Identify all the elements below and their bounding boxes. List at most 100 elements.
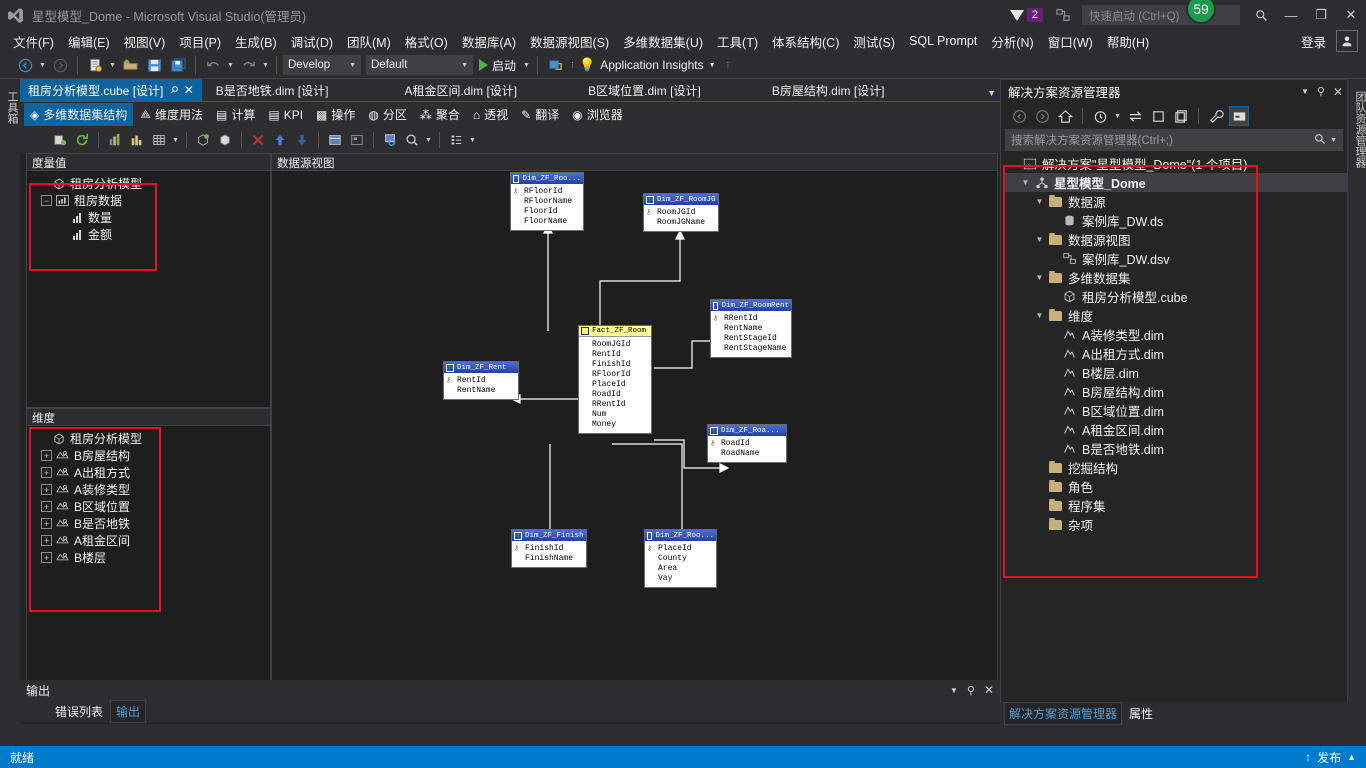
toolbox-vertical-tab[interactable]: 工具箱: [0, 79, 20, 724]
quick-launch-input[interactable]: 快速启动 (Ctrl+Q): [1082, 5, 1240, 25]
chevron-down-icon[interactable]: ▼: [1033, 235, 1046, 244]
tree-item-dimensions-folder[interactable]: ▼ 维度: [1005, 306, 1347, 325]
toolbar-overflow-icon-2[interactable]: ⋮: [724, 61, 733, 69]
close-icon[interactable]: ✕: [184, 83, 194, 97]
menu-item-debug[interactable]: 调试(D): [284, 30, 340, 53]
pin-icon[interactable]: ⚲: [168, 84, 181, 97]
menu-item-file[interactable]: 文件(F): [6, 30, 61, 53]
tree-item-dim-subway[interactable]: + B是否地铁: [29, 515, 268, 532]
edit-dimension-icon[interactable]: [215, 130, 235, 150]
home-icon[interactable]: [1055, 106, 1075, 126]
tab-solution-explorer[interactable]: 解决方案资源管理器: [1004, 701, 1123, 725]
account-avatar-icon[interactable]: [1336, 30, 1358, 52]
chevron-down-icon[interactable]: ▼: [1330, 137, 1337, 144]
expand-expander-icon[interactable]: +: [41, 450, 52, 461]
menu-item-test[interactable]: 测试(S): [846, 30, 902, 53]
zoom-icon[interactable]: [402, 130, 422, 150]
process-icon[interactable]: [50, 130, 70, 150]
tree-item-dim-rent-type[interactable]: A出租方式.dim: [1005, 344, 1347, 363]
zoom-dropdown-icon[interactable]: ▼: [424, 137, 433, 144]
dsv-table-dim-roomjg[interactable]: Dim_ZF_RoomJG ⚷ RoomJGId RoomJGName: [643, 193, 719, 232]
dsv-table-dim-road[interactable]: Dim_ZF_Roa... ⚷ RoadId RoadName: [707, 424, 787, 463]
expand-expander-icon[interactable]: +: [41, 501, 52, 512]
document-tab-dim-rent-range[interactable]: A租金区间.dim [设计]: [396, 79, 526, 101]
menu-item-view[interactable]: 视图(V): [117, 30, 173, 53]
tree-item-dim-area[interactable]: B区域位置.dim: [1005, 401, 1347, 420]
expand-expander-icon[interactable]: +: [41, 484, 52, 495]
dsv-table-dim-finish[interactable]: Dim_ZF_Finish ⚷ FinishId FinishName: [511, 529, 587, 568]
tree-item-assemblies-folder[interactable]: 程序集: [1005, 496, 1347, 515]
menu-item-help[interactable]: 帮助(H): [1100, 30, 1156, 53]
tab-calculations[interactable]: ▤ 计算: [210, 103, 261, 126]
dsv-table-dim-floor[interactable]: Dim_ZF_Roo... ⚷ RFloorId RFloorName Floor…: [510, 172, 584, 231]
dsv-table-dim-roomrent[interactable]: Dim_ZF_RoomRent ⚷ RRentId RentName RentSt…: [710, 299, 792, 358]
move-down-icon[interactable]: [292, 130, 312, 150]
expand-expander-icon[interactable]: +: [41, 535, 52, 546]
team-explorer-vertical-tab[interactable]: 团队资源管理器: [1348, 79, 1366, 724]
preview-selected-items-icon[interactable]: [1229, 106, 1249, 126]
find-table-icon[interactable]: [380, 130, 400, 150]
expand-expander-icon[interactable]: +: [41, 552, 52, 563]
dsv-diagram[interactable]: Dim_ZF_Roo... ⚷ RFloorId RFloorName Floor…: [272, 171, 997, 721]
chevron-down-icon[interactable]: ▼: [1301, 87, 1309, 96]
refresh-icon[interactable]: [72, 130, 92, 150]
tree-item-roles-folder[interactable]: 角色: [1005, 477, 1347, 496]
sync-views-icon[interactable]: [1125, 106, 1145, 126]
document-tab-cube[interactable]: 租房分析模型.cube [设计] ⚲ ✕: [20, 79, 202, 101]
collapse-expander-icon[interactable]: −: [41, 195, 52, 206]
properties-icon[interactable]: [446, 130, 466, 150]
chevron-down-icon[interactable]: ▼: [1019, 178, 1032, 187]
show-diagram-icon[interactable]: [347, 130, 367, 150]
start-debug-button[interactable]: 启动: [475, 57, 520, 74]
tab-overflow-icon[interactable]: ▼: [987, 88, 996, 98]
minimize-button[interactable]: —: [1276, 0, 1306, 30]
new-item-dropdown-icon[interactable]: ▼: [108, 62, 117, 69]
login-button[interactable]: 登录: [1294, 30, 1336, 53]
show-tables-icon[interactable]: [325, 130, 345, 150]
tree-item-dim-decoration[interactable]: + A装修类型: [29, 481, 268, 498]
tree-item-dim-subway[interactable]: B是否地铁.dim: [1005, 439, 1347, 458]
tab-output[interactable]: 输出: [110, 699, 147, 723]
tree-item-cubes-folder[interactable]: ▼ 多维数据集: [1005, 268, 1347, 287]
expand-expander-icon[interactable]: +: [41, 467, 52, 478]
undo-dropdown-icon[interactable]: ▼: [226, 62, 235, 69]
menu-item-database[interactable]: 数据库(A): [455, 30, 523, 53]
tree-item-dim-area[interactable]: + B区域位置: [29, 498, 268, 515]
delete-icon[interactable]: [248, 130, 268, 150]
menu-item-edit[interactable]: 编辑(E): [61, 30, 117, 53]
tree-item-dim-structure[interactable]: B房屋结构.dim: [1005, 382, 1347, 401]
refresh-solution-icon[interactable]: [1148, 106, 1168, 126]
tab-actions[interactable]: ▩ 操作: [310, 103, 361, 126]
chevron-down-icon[interactable]: ▼: [1033, 197, 1046, 206]
tree-item-cube[interactable]: 租房分析模型: [29, 430, 268, 447]
collapse-all-icon[interactable]: [1171, 106, 1191, 126]
navigate-back-icon[interactable]: [14, 54, 36, 76]
chevron-down-icon[interactable]: ▼: [1033, 311, 1046, 320]
dsv-table-fact-room[interactable]: Fact_ZF_Room RoomJGId RentId FinishId RF…: [578, 325, 652, 434]
tab-properties[interactable]: 属性: [1125, 703, 1157, 724]
new-item-icon[interactable]: [84, 54, 106, 76]
search-icon[interactable]: [1314, 133, 1326, 148]
menu-item-team[interactable]: 团队(M): [340, 30, 398, 53]
add-cube-dimension-icon[interactable]: [193, 130, 213, 150]
close-icon[interactable]: ✕: [984, 683, 994, 697]
tree-item-project[interactable]: ▼ 星型模型_Dome: [1005, 173, 1347, 192]
menu-item-dsv[interactable]: 数据源视图(S): [523, 30, 616, 53]
restore-button[interactable]: ❐: [1306, 0, 1336, 30]
save-icon[interactable]: [143, 54, 165, 76]
close-button[interactable]: ✕: [1336, 0, 1366, 30]
tree-item-dsv-file[interactable]: 案例库_DW.dsv: [1005, 249, 1347, 268]
chevron-down-icon[interactable]: ▼: [1033, 273, 1046, 282]
start-dropdown-icon[interactable]: ▼: [522, 62, 531, 69]
solution-configuration-combo[interactable]: Develop ▼: [283, 55, 361, 75]
tab-kpi[interactable]: ▤ KPI: [262, 105, 309, 125]
tab-dimension-usage[interactable]: ⟁ 维度用法: [134, 103, 209, 126]
application-insights-button[interactable]: 💡 Application Insights ▼: [579, 57, 716, 73]
new-measure-icon[interactable]: [105, 130, 125, 150]
tree-item-dim-rent-type[interactable]: + A出租方式: [29, 464, 268, 481]
publish-button[interactable]: 发布: [1317, 749, 1341, 766]
tree-item-dim-floor[interactable]: + B楼层: [29, 549, 268, 566]
menu-item-build[interactable]: 生成(B): [228, 30, 284, 53]
dsv-table-dim-rent[interactable]: Dim_ZF_Rent ⚷ RentId RentName: [443, 361, 519, 400]
solution-platform-combo[interactable]: Default ▼: [366, 55, 473, 75]
